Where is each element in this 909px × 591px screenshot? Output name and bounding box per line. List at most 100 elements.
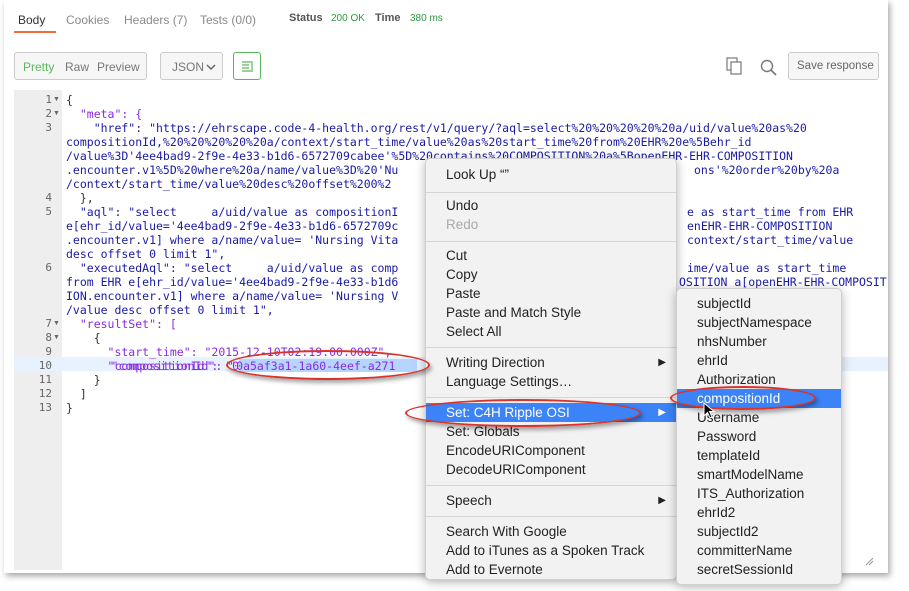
line-number: 3 xyxy=(45,121,52,134)
submenu-item[interactable]: templateId xyxy=(677,446,841,465)
annotation-oval xyxy=(670,386,816,410)
active-tab-indicator xyxy=(14,31,56,33)
line-number: 13 xyxy=(38,401,52,414)
menu-item-language-settings[interactable]: Language Settings… xyxy=(426,372,676,391)
fold-arrow-icon[interactable]: ▼ xyxy=(53,96,60,103)
fold-arrow-icon[interactable]: ▼ xyxy=(53,334,60,341)
menu-item-decode-uri[interactable]: DecodeURIComponent xyxy=(426,460,676,479)
menu-separator xyxy=(426,192,676,193)
code-fragment: e as start_time from EHR xyxy=(687,205,854,219)
line-number: 2 xyxy=(45,107,52,120)
submenu-item[interactable]: ITS_Authorization xyxy=(677,484,841,503)
menu-item-add-evernote[interactable]: Add to Evernote xyxy=(426,560,676,579)
fold-arrow-icon[interactable]: ▼ xyxy=(53,110,60,117)
menu-item-paste-match-style[interactable]: Paste and Match Style xyxy=(426,303,676,322)
tab-body[interactable]: Body xyxy=(18,13,45,27)
context-menu: Look Up “” Undo Redo Cut Copy Paste Past… xyxy=(425,158,677,580)
menu-separator xyxy=(426,516,676,517)
status-label: Status xyxy=(289,12,323,24)
submenu-item[interactable]: secretSessionId xyxy=(677,560,841,579)
code-line: { xyxy=(66,331,101,345)
line-number: 1 xyxy=(45,93,52,106)
menu-item-select-all[interactable]: Select All xyxy=(426,322,676,341)
wrap-lines-button[interactable] xyxy=(233,52,261,80)
line-number: 12 xyxy=(38,387,52,400)
time-value: 380 ms xyxy=(410,13,443,24)
code-line: "href": "https://ehrscape.code-4-health.… xyxy=(66,121,807,135)
pretty-button[interactable]: Pretty xyxy=(23,60,54,74)
submenu-item[interactable]: Username xyxy=(677,408,841,427)
raw-button[interactable]: Raw xyxy=(65,60,89,74)
submenu-arrow-icon: ▶ xyxy=(658,407,666,418)
chevron-down-icon xyxy=(206,64,216,71)
code-line: "executedAql": "select a/uid/value as co… xyxy=(66,261,399,275)
tab-headers[interactable]: Headers (7) xyxy=(124,13,187,27)
submenu-item[interactable]: committerName xyxy=(677,541,841,560)
mouse-cursor-icon xyxy=(703,402,715,419)
submenu-item[interactable]: Password xyxy=(677,427,841,446)
menu-item-cut[interactable]: Cut xyxy=(426,246,676,265)
menu-item-copy[interactable]: Copy xyxy=(426,265,676,284)
code-line: /value desc offset 0 limit 1", xyxy=(66,303,274,317)
status-value: 200 OK xyxy=(331,13,365,24)
submenu-arrow-icon: ▶ xyxy=(658,357,666,368)
code-line: ] xyxy=(66,387,87,401)
line-number: 5 xyxy=(45,205,52,218)
copy-icon[interactable] xyxy=(726,57,742,75)
line-number: 4 xyxy=(45,191,52,204)
code-line: e[ehr_id/value='4ee4bad9-2f9e-4e33-b1d6-… xyxy=(66,219,399,233)
menu-item-encode-uri[interactable]: EncodeURIComponent xyxy=(426,441,676,460)
code-line: compositionId,%20%20%20%20%20a/context/s… xyxy=(66,135,752,149)
code-fragment: enEHR-EHR-COMPOSITION xyxy=(687,219,833,233)
code-line: .encounter.v1] where a/name/value= 'Nurs… xyxy=(66,233,399,247)
code-fragment: context/start_time/value xyxy=(687,233,854,247)
tab-tests[interactable]: Tests (0/0) xyxy=(200,13,256,27)
code-line: }, xyxy=(66,191,94,205)
code-line: /context/start_time/value%20desc%20offse… xyxy=(66,177,392,191)
menu-item-look-up[interactable]: Look Up “” xyxy=(426,165,676,184)
save-response-button[interactable]: Save response xyxy=(788,52,879,80)
view-mode-group: Pretty Raw Preview xyxy=(14,52,147,80)
code-line: { xyxy=(66,93,73,107)
submenu-item[interactable]: subjectId2 xyxy=(677,522,841,541)
search-icon[interactable] xyxy=(760,59,777,76)
menu-separator xyxy=(426,347,676,348)
menu-item-redo: Redo xyxy=(446,217,479,232)
submenu-item[interactable]: ehrId xyxy=(677,351,841,370)
menu-item-undo[interactable]: Undo xyxy=(426,196,676,215)
annotation-oval xyxy=(226,350,430,380)
wrap-lines-icon xyxy=(242,61,253,72)
submenu-item[interactable]: nhsNumber xyxy=(677,332,841,351)
menu-item-paste[interactable]: Paste xyxy=(426,284,676,303)
resize-handle-icon[interactable] xyxy=(864,556,874,566)
fold-arrow-icon[interactable]: ▼ xyxy=(53,320,60,327)
tab-cookies[interactable]: Cookies xyxy=(66,13,109,27)
save-response-label: Save response xyxy=(797,60,874,72)
code-line: .encounter.v1%5D%20where%20a/name/value%… xyxy=(66,163,399,177)
preview-button[interactable]: Preview xyxy=(97,60,140,74)
submenu-arrow-icon: ▶ xyxy=(658,495,666,506)
menu-separator xyxy=(426,397,676,398)
menu-item-add-itunes[interactable]: Add to iTunes as a Spoken Track xyxy=(426,541,676,560)
submenu-item[interactable]: smartModelName xyxy=(677,465,841,484)
code-line: "resultSet": [ xyxy=(66,317,177,331)
line-number: 8 xyxy=(45,331,52,344)
submenu-item[interactable]: subjectNamespace xyxy=(677,313,841,332)
submenu: subjectId subjectNamespace nhsNumber ehr… xyxy=(676,288,842,585)
code-line: from EHR e[ehr_id/value='4ee4bad9-2f9e-4… xyxy=(66,275,399,289)
submenu-item[interactable]: subjectId xyxy=(677,294,841,313)
code-fragment: ime/value as start_time xyxy=(687,261,847,275)
format-dropdown[interactable]: JSON xyxy=(160,52,223,80)
line-number: 7 xyxy=(45,317,52,330)
menu-item-speech[interactable]: Speech ▶ xyxy=(426,491,676,510)
line-number: 9 xyxy=(45,345,52,358)
code-line: "meta": { xyxy=(66,107,143,121)
menu-item-search-google[interactable]: Search With Google xyxy=(426,522,676,541)
code-fragment: OSITION a[openEHR-EHR-COMPOSIT xyxy=(679,275,887,289)
code-line: "aql": "select a/uid/value as compositio… xyxy=(66,205,399,219)
time-label: Time xyxy=(375,12,401,24)
menu-item-writing-direction[interactable]: Writing Direction ▶ xyxy=(426,353,676,372)
code-line: ION.encounter.v1] where a/name/value= 'N… xyxy=(66,289,399,303)
submenu-item[interactable]: ehrId2 xyxy=(677,503,841,522)
line-number: 6 xyxy=(45,261,52,274)
